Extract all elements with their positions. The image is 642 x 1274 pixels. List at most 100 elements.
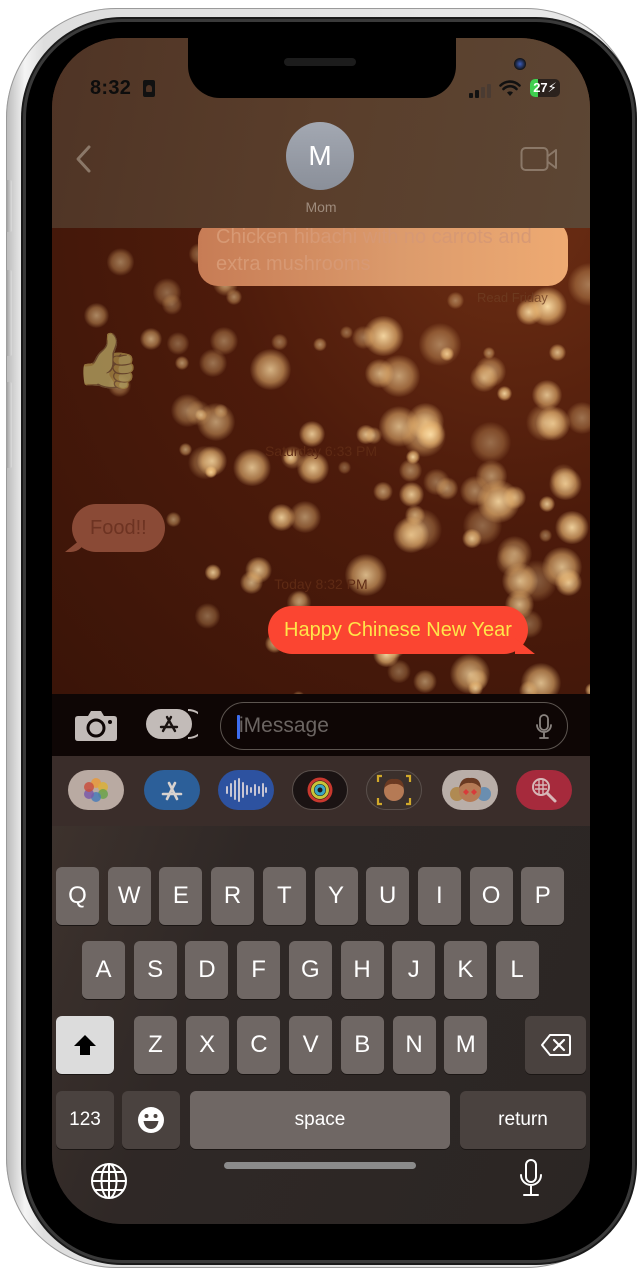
key-v[interactable]: V <box>289 1016 333 1074</box>
photos-app-button[interactable] <box>68 770 124 810</box>
emoji-key[interactable] <box>122 1091 180 1149</box>
bokeh-particle <box>166 332 189 355</box>
bokeh-particle <box>338 461 352 475</box>
bokeh-particle <box>174 355 189 370</box>
audio-waveform-icon <box>226 778 267 802</box>
silent-switch <box>6 180 12 232</box>
space-key[interactable]: space <box>190 1091 450 1149</box>
camera-icon[interactable] <box>74 708 118 742</box>
key-m[interactable]: M <box>444 1016 488 1074</box>
key-z[interactable]: Z <box>134 1016 177 1074</box>
bokeh-particle <box>268 503 296 531</box>
bokeh-particle <box>161 293 183 315</box>
shift-key[interactable] <box>56 1016 114 1074</box>
screen: Chicken hibachi with no carrots and extr… <box>52 38 590 1224</box>
backspace-icon <box>540 1034 571 1056</box>
bokeh-particle <box>387 659 411 683</box>
key-n[interactable]: N <box>392 1016 436 1074</box>
received-message-bubble[interactable]: Food!! <box>72 504 165 552</box>
key-d[interactable]: D <box>185 941 229 999</box>
key-y[interactable]: Y <box>314 867 358 925</box>
volume-down-button <box>6 382 12 468</box>
key-k[interactable]: K <box>443 941 487 999</box>
microphone-icon[interactable] <box>518 1158 544 1198</box>
key-s[interactable]: S <box>133 941 177 999</box>
volume-up-button <box>6 270 12 356</box>
activity-rings-icon <box>307 777 333 803</box>
memoji-stickers-app-button[interactable] <box>442 770 498 810</box>
bokeh-particle <box>271 333 289 351</box>
photos-icon <box>84 778 108 802</box>
chevron-left-icon[interactable] <box>74 144 92 174</box>
audio-message-app-button[interactable] <box>218 770 274 810</box>
bokeh-particle <box>84 303 110 329</box>
bokeh-particle <box>459 475 490 506</box>
return-key[interactable]: return <box>460 1091 586 1149</box>
bokeh-particle <box>185 400 212 426</box>
bokeh-particle <box>566 401 590 434</box>
key-g[interactable]: G <box>288 941 332 999</box>
bokeh-particle <box>446 291 464 310</box>
timestamp: Today 8:32 PM <box>274 576 368 592</box>
sent-message-bubble[interactable]: Chicken hibachi with no carrots and extr… <box>198 220 568 286</box>
message-text: Food!! <box>90 517 147 539</box>
bokeh-particle <box>140 328 162 350</box>
status-time: 8:32 <box>90 77 132 99</box>
key-o[interactable]: O <box>469 867 513 925</box>
memoji-stickers-icon <box>450 777 491 802</box>
globe-icon[interactable] <box>90 1162 128 1200</box>
bokeh-particle <box>567 263 590 307</box>
key-c[interactable]: C <box>237 1016 281 1074</box>
app-store-app-button[interactable] <box>144 770 200 810</box>
key-q[interactable]: Q <box>56 867 99 925</box>
key-x[interactable]: X <box>185 1016 229 1074</box>
bokeh-particle <box>194 603 221 629</box>
thumbs-up-icon[interactable]: 👍 <box>74 334 141 388</box>
contact-name[interactable]: Mom <box>52 199 590 215</box>
bokeh-particle <box>469 364 498 393</box>
activity-app-button[interactable] <box>292 770 348 810</box>
memoji-app-button[interactable] <box>366 770 422 810</box>
key-w[interactable]: W <box>107 867 151 925</box>
bokeh-particle <box>413 669 437 694</box>
home-indicator[interactable] <box>224 1162 416 1169</box>
key-i[interactable]: I <box>417 867 461 925</box>
wifi-icon <box>499 80 521 96</box>
microphone-icon[interactable] <box>535 713 553 741</box>
key-t[interactable]: T <box>262 867 306 925</box>
delete-key[interactable] <box>525 1016 586 1074</box>
numbers-key[interactable]: 123 <box>56 1091 114 1149</box>
key-b[interactable]: B <box>340 1016 384 1074</box>
notch <box>188 38 526 98</box>
battery-percent: 27⚡ <box>533 80 557 95</box>
bokeh-particle <box>496 535 532 572</box>
key-r[interactable]: R <box>211 867 255 925</box>
key-a[interactable]: A <box>82 941 125 999</box>
image-search-app-button[interactable] <box>516 770 572 810</box>
video-camera-icon[interactable] <box>520 146 558 172</box>
app-store-icon <box>161 781 183 801</box>
bokeh-particle <box>166 511 181 527</box>
sent-message-bubble[interactable]: Happy Chinese New Year <box>268 606 528 654</box>
bokeh-particle <box>422 468 450 496</box>
timestamp: Saturday 6:33 PM <box>264 443 378 459</box>
read-receipt: Read Friday <box>477 290 548 305</box>
key-e[interactable]: E <box>159 867 203 925</box>
bokeh-particle <box>418 323 461 366</box>
key-h[interactable]: H <box>340 941 384 999</box>
bokeh-particle <box>539 529 552 542</box>
battery-icon: 27⚡ <box>530 79 560 97</box>
bokeh-particle <box>249 349 291 391</box>
message-text: Chicken hibachi with no carrots and extr… <box>216 226 532 275</box>
bokeh-particle <box>363 315 404 357</box>
key-u[interactable]: U <box>366 867 410 925</box>
message-text: Happy Chinese New Year <box>284 619 512 641</box>
contact-avatar[interactable]: M <box>286 122 354 190</box>
key-p[interactable]: P <box>521 867 565 925</box>
key-j[interactable]: J <box>392 941 436 999</box>
imessage-input[interactable]: iMessage <box>220 702 568 750</box>
key-f[interactable]: F <box>237 941 281 999</box>
key-l[interactable]: L <box>495 941 539 999</box>
emoji-icon <box>138 1107 164 1133</box>
app-store-icon[interactable] <box>146 706 198 742</box>
